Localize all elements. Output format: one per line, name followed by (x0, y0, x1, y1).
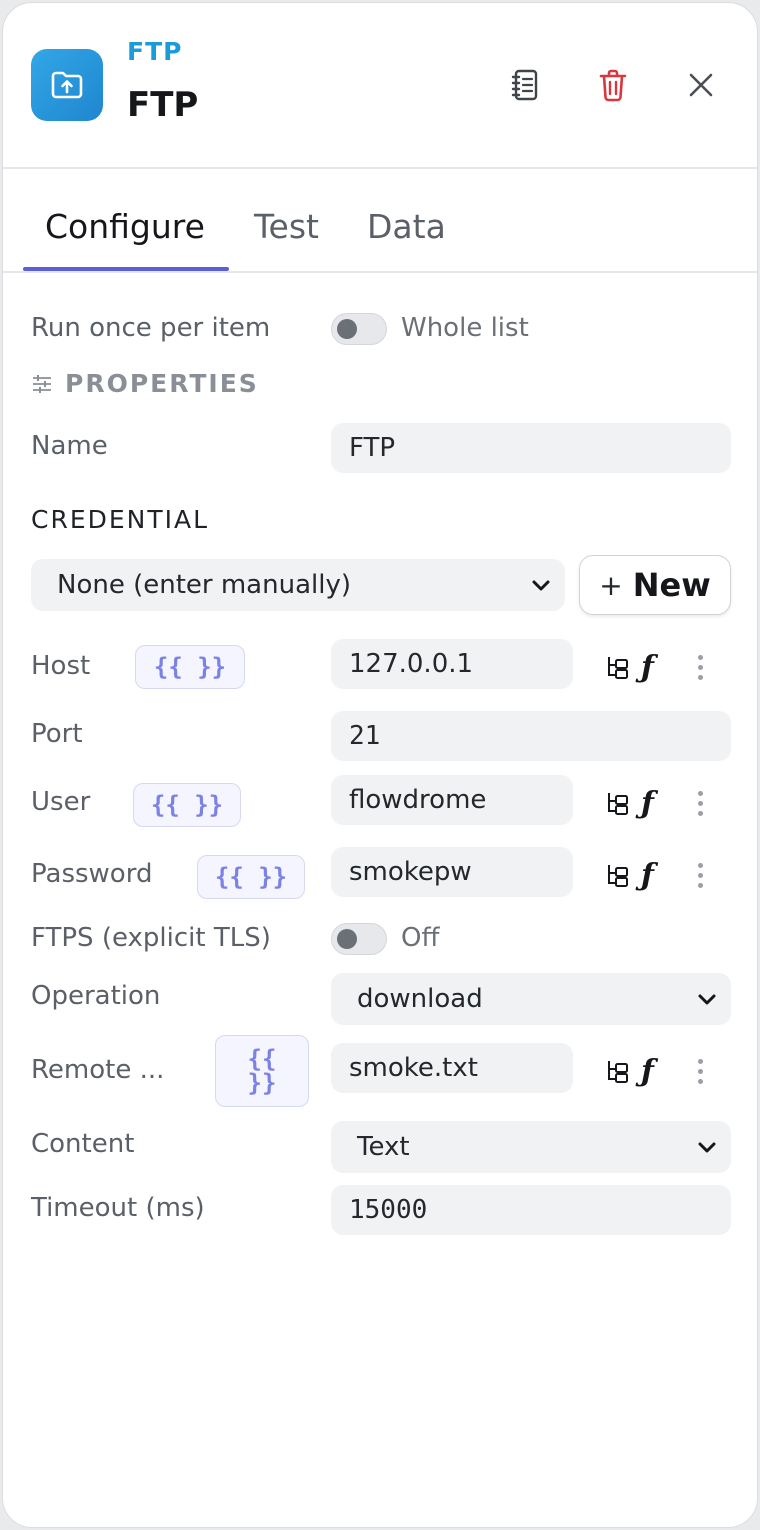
node-kind-label: FTP (127, 37, 183, 66)
content-label: Content (31, 1129, 135, 1159)
host-label: Host (31, 651, 91, 681)
tree-icon[interactable] (605, 862, 631, 888)
properties-heading: PROPERTIES (65, 369, 259, 398)
timeout-label: Timeout (ms) (31, 1193, 205, 1223)
tab-configure[interactable]: Configure (45, 207, 205, 246)
host-template-button[interactable]: {{ }} (135, 645, 245, 689)
folder-upload-icon (31, 49, 103, 121)
tab-data[interactable]: Data (367, 207, 446, 246)
notes-button[interactable] (501, 61, 549, 109)
toggle-knob (337, 319, 357, 339)
tab-test[interactable]: Test (254, 207, 319, 246)
tab-bar: Configure Test Data (3, 169, 757, 273)
run-mode-toggle-text: Whole list (401, 313, 529, 343)
remote-row-actions: ƒ (605, 1051, 704, 1091)
sliders-icon (31, 373, 53, 399)
chevron-down-icon (698, 994, 716, 1005)
name-input[interactable]: FTP (331, 423, 731, 473)
run-mode-label: Run once per item (31, 313, 271, 343)
run-mode-toggle[interactable] (331, 313, 387, 345)
timeout-input[interactable]: 15000 (331, 1185, 731, 1235)
close-button[interactable] (677, 61, 725, 109)
user-input[interactable]: flowdrome (331, 775, 573, 825)
node-title: FTP (127, 85, 199, 125)
new-credential-button[interactable]: + New (579, 555, 731, 615)
operation-label: Operation (31, 981, 161, 1011)
tree-icon[interactable] (605, 654, 631, 680)
operation-selected: download (357, 984, 483, 1014)
password-label: Password (31, 859, 153, 889)
port-input[interactable]: 21 (331, 711, 731, 761)
template-open: {{ (247, 1045, 277, 1073)
password-row-actions: ƒ (605, 855, 704, 895)
more-vertical-icon[interactable] (698, 790, 704, 816)
content-selected: Text (357, 1132, 410, 1162)
new-credential-label: New (632, 566, 711, 604)
more-vertical-icon[interactable] (698, 1058, 704, 1084)
active-tab-indicator (23, 267, 229, 271)
template-close: }} (247, 1069, 277, 1097)
host-input[interactable]: 127.0.0.1 (331, 639, 573, 689)
ftps-label: FTPS (explicit TLS) (31, 923, 271, 953)
close-icon (689, 73, 713, 97)
content-select[interactable]: Text (331, 1121, 731, 1173)
more-vertical-icon[interactable] (698, 862, 704, 888)
credential-selected: None (enter manually) (57, 570, 351, 600)
password-template-button[interactable]: {{ }} (197, 855, 305, 899)
toggle-knob (337, 929, 357, 949)
tree-icon[interactable] (605, 790, 631, 816)
delete-button[interactable] (589, 61, 637, 109)
chevron-down-icon (532, 580, 550, 591)
remote-path-input[interactable]: smoke.txt (331, 1043, 573, 1093)
name-label: Name (31, 431, 108, 461)
host-row-actions: ƒ (605, 647, 704, 687)
credential-select[interactable]: None (enter manually) (31, 559, 565, 611)
password-input[interactable]: smokepw (331, 847, 573, 897)
chevron-down-icon (698, 1142, 716, 1153)
tree-icon[interactable] (605, 1058, 631, 1084)
credential-heading: CREDENTIAL (31, 505, 210, 534)
ftps-toggle[interactable] (331, 923, 387, 955)
port-label: Port (31, 719, 83, 749)
trash-icon (599, 69, 627, 102)
function-icon[interactable]: ƒ (641, 786, 654, 821)
operation-select[interactable]: download (331, 973, 731, 1025)
ftps-toggle-text: Off (401, 923, 440, 953)
function-icon[interactable]: ƒ (641, 1054, 654, 1089)
user-template-button[interactable]: {{ }} (133, 783, 241, 827)
function-icon[interactable]: ƒ (641, 858, 654, 893)
remote-template-button[interactable]: {{ }} (215, 1035, 309, 1107)
function-icon[interactable]: ƒ (641, 650, 654, 685)
more-vertical-icon[interactable] (698, 654, 704, 680)
user-label: User (31, 787, 91, 817)
node-config-panel: FTP FTP Configure Test Data Run once per… (2, 2, 758, 1528)
remote-path-label: Remote ... (31, 1055, 165, 1085)
plus-icon: + (599, 568, 623, 602)
user-row-actions: ƒ (605, 783, 704, 823)
notebook-icon (511, 69, 538, 101)
panel-header: FTP FTP (3, 3, 757, 169)
